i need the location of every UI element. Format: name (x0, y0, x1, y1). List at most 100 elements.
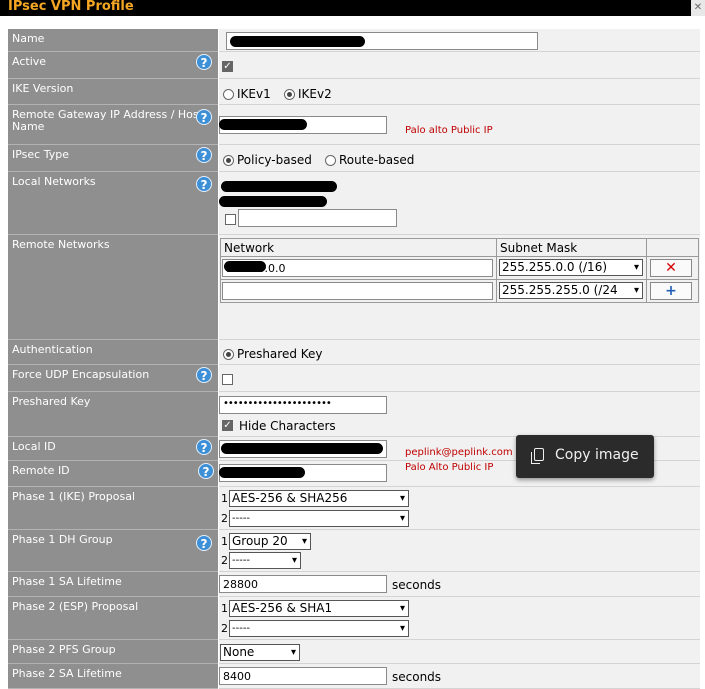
label-phase2-pfs: Phase 2 PFS Group (8, 640, 218, 664)
phase2-pfs-select[interactable]: None ▾ (220, 644, 300, 661)
copy-image-tooltip[interactable]: Copy image (516, 435, 654, 478)
close-icon[interactable]: ✕ (691, 0, 705, 16)
chevron-down-icon: ▾ (301, 536, 307, 547)
redacted-remote-id (219, 467, 305, 478)
help-icon[interactable]: ? (198, 463, 214, 479)
remove-network-button[interactable]: ✕ (650, 259, 692, 277)
phase1-proposal-select-2[interactable]: ----- ▾ (229, 510, 409, 527)
chevron-down-icon: ▾ (399, 493, 405, 504)
proposal-index: 1 (221, 602, 228, 615)
phase1-proposal-select-1[interactable]: AES-256 & SHA256 ▾ (229, 490, 409, 507)
row-force-udp: Force UDP Encapsulation ? (8, 365, 700, 392)
phase2-proposal-select-1[interactable]: AES-256 & SHA1 ▾ (229, 600, 409, 617)
row-authentication: Authentication Preshared Key (8, 340, 700, 365)
label-remote-id: Remote ID (8, 461, 218, 487)
radio-ikev1[interactable]: IKEv1 (223, 87, 271, 101)
preshared-key-input[interactable]: •••••••••••••••••••••• (219, 396, 387, 414)
row-phase2-proposal: Phase 2 (ESP) Proposal 1 AES-256 & SHA1 ▾… (8, 597, 700, 640)
chevron-down-icon: ▾ (399, 603, 405, 614)
label-phase1-proposal: Phase 1 (IKE) Proposal (8, 487, 218, 530)
help-icon[interactable]: ? (196, 439, 212, 455)
row-remote-networks: Remote Networks Network Subnet Mask 255.… (8, 235, 700, 340)
row-preshared-key: Preshared Key •••••••••••••••••••••• ✓ H… (8, 392, 700, 437)
redacted-local-network-1 (221, 181, 337, 192)
local-network-input[interactable] (238, 209, 397, 227)
label-remote-networks: Remote Networks (8, 235, 218, 340)
hide-characters-checkbox[interactable]: ✓ (222, 420, 233, 431)
help-icon[interactable]: ? (196, 54, 212, 70)
label-preshared-key: Preshared Key (8, 392, 218, 437)
remote-id-annotation: Palo Alto Public IP (405, 462, 494, 473)
label-ipsec-type: IPsec Type (8, 145, 218, 172)
radio-policy-based[interactable]: Policy-based (223, 153, 312, 167)
copy-image-label: Copy image (555, 447, 639, 463)
dh-index: 2 (221, 554, 228, 567)
help-icon[interactable]: ? (196, 367, 212, 383)
label-force-udp: Force UDP Encapsulation (8, 365, 218, 392)
redacted-gateway (219, 119, 307, 130)
radio-ikev2[interactable]: IKEv2 (284, 87, 332, 101)
remote-gateway-annotation: Palo alto Public IP (405, 125, 493, 136)
local-network-checkbox[interactable] (225, 214, 236, 225)
column-network: Network (220, 238, 497, 257)
subnet-mask-select[interactable]: 255.255.255.0 (/24 ▾ (499, 282, 643, 299)
local-id-annotation: peplink@peplink.com (405, 447, 513, 458)
subnet-mask-select[interactable]: 255.255.0.0 (/16) ▾ (499, 259, 643, 276)
redacted-network (224, 261, 266, 272)
row-active: Active ? ✓ (8, 52, 700, 79)
active-checkbox[interactable]: ✓ (222, 61, 233, 72)
copy-icon (531, 448, 544, 464)
label-ike-version: IKE Version (8, 79, 218, 105)
help-icon[interactable]: ? (196, 147, 212, 163)
label-active: Active (8, 52, 218, 79)
table-row: 255.255.0.0 (/16)▾ ✕ (220, 256, 699, 280)
redacted-local-id (221, 443, 383, 454)
row-phase1-lifetime: Phase 1 SA Lifetime seconds (8, 572, 700, 597)
row-ike-version: IKE Version IKEv1 IKEv2 (8, 79, 700, 105)
label-authentication: Authentication (8, 340, 218, 365)
redacted-name (230, 36, 365, 47)
help-icon[interactable]: ? (196, 535, 212, 551)
proposal-index: 1 (221, 492, 228, 505)
help-icon[interactable]: ? (196, 109, 212, 125)
row-phase1-proposal: Phase 1 (IKE) Proposal 1 AES-256 & SHA25… (8, 487, 700, 530)
column-subnet-mask: Subnet Mask (496, 238, 647, 257)
phase1-dh-select-1[interactable]: Group 20 ▾ (229, 533, 311, 550)
label-phase2-lifetime: Phase 2 SA Lifetime (8, 664, 218, 689)
help-icon[interactable]: ? (196, 176, 212, 192)
label-local-id: Local ID (8, 437, 218, 461)
network-input[interactable] (222, 282, 493, 300)
add-network-button[interactable]: + (650, 282, 692, 300)
chevron-down-icon: ▾ (633, 262, 639, 273)
phase2-proposal-select-2[interactable]: ----- ▾ (229, 620, 409, 637)
window-title: IPsec VPN Profile (8, 0, 134, 14)
proposal-index: 2 (221, 512, 228, 525)
label-local-networks: Local Networks (8, 172, 218, 235)
chevron-down-icon: ▾ (399, 623, 405, 634)
row-remote-gateway: Remote Gateway IP Address / Host Name ? … (8, 105, 700, 145)
radio-preshared-key[interactable]: Preshared Key (223, 347, 323, 361)
window-titlebar: IPsec VPN Profile ✕ (0, 0, 705, 16)
phase2-lifetime-input[interactable] (219, 667, 387, 685)
hide-characters-label: Hide Characters (239, 419, 336, 433)
row-phase2-lifetime: Phase 2 SA Lifetime seconds (8, 664, 700, 689)
chevron-down-icon: ▾ (290, 647, 296, 658)
chevron-down-icon: ▾ (291, 555, 297, 566)
phase1-dh-select-2[interactable]: ----- ▾ (229, 552, 301, 569)
row-name: Name (8, 29, 700, 52)
proposal-index: 2 (221, 622, 228, 635)
row-phase1-dh: Phase 1 DH Group ? 1 Group 20 ▾ 2 ----- ▾ (8, 530, 700, 572)
label-phase2-proposal: Phase 2 (ESP) Proposal (8, 597, 218, 640)
table-row: 255.255.255.0 (/24 ▾ + (220, 279, 699, 303)
row-ipsec-type: IPsec Type ? Policy-based Route-based (8, 145, 700, 172)
remote-networks-table: Network Subnet Mask 255.255.0.0 (/16)▾ ✕ (220, 238, 699, 303)
phase1-lifetime-input[interactable] (219, 575, 387, 593)
label-phase1-lifetime: Phase 1 SA Lifetime (8, 572, 218, 597)
chevron-down-icon: ▾ (633, 285, 639, 296)
row-phase2-pfs: Phase 2 PFS Group None ▾ (8, 640, 700, 664)
phase1-lifetime-unit: seconds (392, 578, 442, 592)
redacted-local-network-2 (219, 196, 327, 207)
radio-route-based[interactable]: Route-based (325, 153, 414, 167)
force-udp-checkbox[interactable] (222, 374, 233, 385)
dh-index: 1 (221, 535, 228, 548)
